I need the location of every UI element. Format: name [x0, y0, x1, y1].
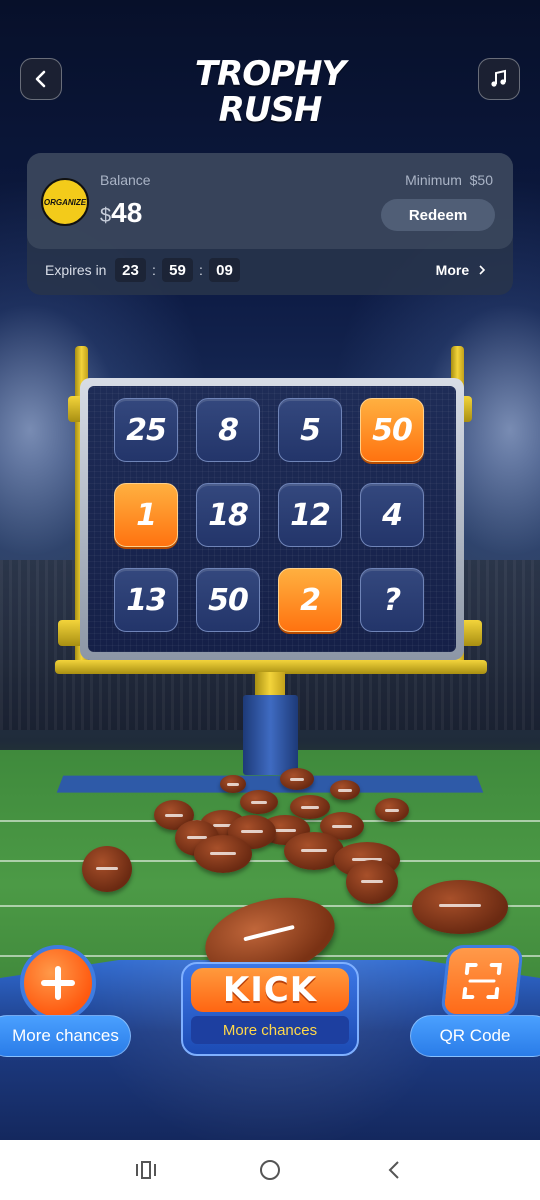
- board-tile[interactable]: 4: [360, 483, 424, 547]
- balance-value: 48: [111, 197, 143, 228]
- football: [194, 835, 252, 873]
- more-label: More: [435, 262, 470, 278]
- title-line-1: TROPHY: [194, 54, 346, 94]
- football: [290, 795, 330, 819]
- back-chevron-icon: [388, 1161, 399, 1179]
- home-circle-icon: [260, 1160, 280, 1180]
- balance-currency: $: [100, 205, 112, 227]
- balance-label: Balance: [100, 172, 151, 188]
- goalpost-pole: [243, 695, 298, 775]
- balance-amount: $48: [100, 197, 142, 229]
- timer-minutes: 59: [162, 258, 193, 282]
- minimum-text: Minimum: [405, 172, 462, 188]
- timer-seconds: 09: [209, 258, 240, 282]
- more-link[interactable]: More: [436, 262, 487, 278]
- kick-label: KICK: [191, 968, 349, 1012]
- minimum-value: $50: [469, 172, 493, 188]
- home-button[interactable]: [250, 1158, 290, 1182]
- chevron-right-icon: [479, 265, 486, 275]
- football: [346, 860, 398, 904]
- timer-separator: :: [152, 262, 156, 278]
- title-line-2: RUSH: [218, 90, 323, 130]
- sponsor-logo: ORGANIZE: [41, 178, 89, 226]
- chevron-left-icon: [35, 70, 46, 88]
- minimum-label: Minimum $50: [405, 172, 493, 188]
- board-tile[interactable]: ?: [360, 568, 424, 632]
- timer-hours: 23: [115, 258, 146, 282]
- board-tile[interactable]: 8: [196, 398, 260, 462]
- football: [375, 798, 409, 822]
- board-tile[interactable]: 50: [360, 398, 424, 462]
- board-tile[interactable]: 13: [114, 568, 178, 632]
- kick-more-chances-label: More chances: [191, 1016, 349, 1044]
- music-note-icon: [491, 69, 506, 87]
- qr-code-button[interactable]: QR Code: [410, 1015, 540, 1057]
- football: [412, 880, 508, 934]
- expires-label: Expires in: [45, 262, 107, 278]
- qr-scan-button[interactable]: [440, 945, 524, 1017]
- sponsor-logo-text: ORGANIZE: [43, 197, 87, 207]
- balance-card-top: ORGANIZE Balance $48 Minimum $50 Redeem: [27, 153, 513, 249]
- board-tile[interactable]: 50: [196, 568, 260, 632]
- board-tile[interactable]: 12: [278, 483, 342, 547]
- timer-separator: :: [199, 262, 203, 278]
- football: [280, 768, 314, 790]
- system-back-button[interactable]: [374, 1158, 414, 1182]
- back-button[interactable]: [20, 58, 62, 100]
- add-chances-button[interactable]: [20, 945, 96, 1021]
- more-chances-button[interactable]: More chances: [0, 1015, 131, 1057]
- prize-board: 25 8 5 50 1 18 12 4 13 50 2?: [80, 378, 464, 660]
- football: [330, 780, 360, 800]
- board-tile[interactable]: 5: [278, 398, 342, 462]
- game-title: TROPHY RUSH: [170, 56, 370, 128]
- redeem-button[interactable]: Redeem: [381, 199, 495, 231]
- plus-icon: [41, 966, 75, 1000]
- music-button[interactable]: [478, 58, 520, 100]
- football: [240, 790, 278, 814]
- system-nav-bar: [0, 1140, 540, 1200]
- football: [82, 846, 132, 892]
- yard-line: [0, 860, 540, 862]
- endzone-strip: [56, 775, 484, 793]
- balance-card: ORGANIZE Balance $48 Minimum $50 Redeem …: [27, 153, 513, 295]
- board-tile[interactable]: 25: [114, 398, 178, 462]
- prize-board-grid: 25 8 5 50 1 18 12 4 13 50 2?: [88, 386, 456, 652]
- football: [220, 775, 246, 793]
- kick-button[interactable]: KICK More chances: [181, 962, 359, 1056]
- recents-icon: [136, 1161, 156, 1179]
- board-tile[interactable]: 2: [278, 568, 342, 632]
- board-tile[interactable]: 1: [114, 483, 178, 547]
- qr-scan-icon: [462, 963, 502, 999]
- recents-button[interactable]: [126, 1158, 166, 1182]
- board-tile[interactable]: 18: [196, 483, 260, 547]
- countdown-timer: 23 : 59 : 09: [115, 258, 240, 282]
